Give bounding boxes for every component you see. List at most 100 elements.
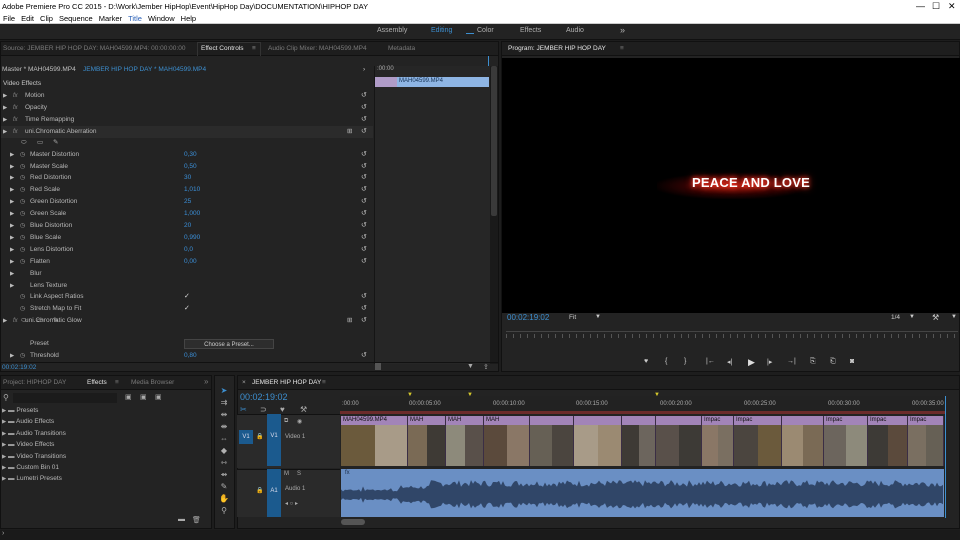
ec-row-blur[interactable]: ▶ Blur [1, 268, 373, 280]
expand-triangle-icon[interactable]: ▶ [10, 184, 14, 196]
ec-row-time-remapping[interactable]: ▶ fx Time Remapping ↺ [1, 114, 373, 126]
wrench-icon[interactable]: ⚒ [932, 313, 939, 322]
tab-project[interactable]: Project: HIPHOP DAY [3, 379, 66, 386]
search-icon[interactable]: ⚲ [3, 393, 9, 402]
ec-row-blue-scale[interactable]: ▶ ◷ Blue Scale 0,990 ↺ [1, 232, 373, 244]
expand-triangle-icon[interactable]: ▶ [10, 161, 14, 173]
rate-stretch-tool-icon[interactable]: ⇔ [219, 434, 229, 444]
expand-triangle-icon[interactable]: ▶ [10, 256, 14, 268]
effects-panel-menu-icon[interactable]: ≡ [115, 379, 119, 386]
stopwatch-icon[interactable]: ◷ [20, 256, 25, 268]
delete-icon[interactable]: 🗑 [192, 516, 201, 524]
video-clip[interactable]: MAH04599.MP4 [341, 416, 408, 466]
ec-row-flatten[interactable]: ▶ ◷ Flatten 0,00 ↺ [1, 256, 373, 268]
stopwatch-icon[interactable]: ◷ [20, 208, 25, 220]
checkbox[interactable]: ✓ [184, 291, 190, 303]
reset-icon[interactable]: ↺ [361, 244, 367, 256]
expand-triangle-icon[interactable]: ▶ [10, 268, 14, 280]
video-clip[interactable]: Impac [868, 416, 908, 466]
timeline-panel-menu-icon[interactable]: ≡ [322, 379, 326, 386]
effect-controls-timecode[interactable]: 00:02:19:02 [2, 364, 36, 371]
expand-triangle-icon[interactable]: ▶ [10, 208, 14, 220]
program-time-ruler[interactable] [506, 331, 958, 332]
ec-row-red-distortion[interactable]: ▶ ◷ Red Distortion 30 ↺ [1, 172, 373, 184]
reset-icon[interactable]: ↺ [361, 232, 367, 244]
mini-timeline-clip[interactable]: MAH04599.MP4 [375, 77, 489, 87]
ec-row-threshold[interactable]: ▶ ◷ Threshold 0,80 ↺ [1, 350, 373, 362]
marker-icon[interactable]: ▼ [467, 392, 473, 398]
accelerated-effects-icon[interactable]: ▣ [125, 393, 132, 401]
mark-out-icon[interactable]: } [684, 358, 686, 365]
stopwatch-icon[interactable]: ◷ [20, 232, 25, 244]
tab-metadata[interactable]: Metadata [388, 45, 415, 52]
expand-triangle-icon[interactable]: ▶ [10, 350, 14, 362]
new-bin-icon[interactable]: ▬ [178, 516, 185, 523]
expand-triangle-icon[interactable]: ▶ [10, 232, 14, 244]
tab-media-browser[interactable]: Media Browser [131, 379, 174, 386]
video-clip[interactable]: MAH [408, 416, 446, 466]
settings-dropdown-icon[interactable]: ▼ [951, 314, 957, 320]
ec-row-master-distortion[interactable]: ▶ ◷ Master Distortion 0,30 ↺ [1, 149, 373, 161]
selection-tool-icon[interactable]: ➤ [219, 386, 229, 396]
ec-row-lens-distortion[interactable]: ▶ ◷ Lens Distortion 0,0 ↺ [1, 244, 373, 256]
stopwatch-icon[interactable]: ◷ [20, 303, 25, 315]
resolution-dropdown-icon[interactable]: ▼ [909, 314, 915, 320]
export-icon[interactable]: ⇪ [483, 363, 489, 371]
project-overflow-icon[interactable]: » [204, 377, 208, 386]
status-arrow-icon[interactable]: › [2, 530, 4, 537]
timeline-settings-icon[interactable]: ⚒ [300, 405, 307, 414]
stopwatch-icon[interactable]: ◷ [20, 184, 25, 196]
maximize-icon[interactable]: ☐ [932, 0, 940, 13]
minimize-icon[interactable]: — [916, 0, 925, 13]
marker-icon[interactable]: ▼ [407, 392, 413, 398]
menu-window[interactable]: Window [145, 13, 178, 24]
expand-arrow-icon[interactable]: › [363, 66, 365, 73]
ec-row-stretch-map-to-fit[interactable]: ◷ Stretch Map to Fit ✓ ↺ [1, 303, 373, 315]
bin-video-effects[interactable]: ▶ ▬ Video Effects [0, 439, 54, 450]
video-clip[interactable] [656, 416, 702, 466]
param-value[interactable]: 30 [184, 172, 191, 184]
snap-icon[interactable]: ✂ [240, 405, 247, 414]
stopwatch-icon[interactable]: ◷ [20, 172, 25, 184]
bin-lumetri-presets[interactable]: ▶ ▬ Lumetri Presets [0, 473, 62, 484]
bin-video-transitions[interactable]: ▶ ▬ Video Transitions [0, 451, 66, 462]
timeline-zoom-scrollbar[interactable] [341, 519, 365, 525]
linked-selection-icon[interactable]: ⊃ [260, 405, 267, 414]
video-clip[interactable]: MAH [484, 416, 530, 466]
mute-button[interactable]: M [284, 471, 289, 477]
param-value[interactable]: 1,000 [184, 208, 200, 220]
reset-icon[interactable]: ↺ [361, 149, 367, 161]
expand-triangle-icon[interactable]: ▶ [10, 244, 14, 256]
32bit-effects-icon[interactable]: ▣ [140, 393, 147, 401]
marker-icon[interactable]: ▼ [654, 392, 660, 398]
play-icon[interactable]: ▶ [748, 357, 755, 368]
lift-icon[interactable]: ⎘ [810, 358, 816, 366]
ripple-edit-tool-icon[interactable]: ⇹ [219, 410, 229, 420]
mini-playhead[interactable] [488, 56, 489, 66]
tab-audio-clip-mixer[interactable]: Audio Clip Mixer: MAH04599.MP4 [268, 45, 367, 52]
source-patch-v1[interactable]: V1 [239, 430, 253, 444]
timeline-playhead[interactable] [945, 396, 946, 518]
workspace-effects[interactable]: Effects [520, 27, 541, 34]
menu-title[interactable]: Title [125, 13, 145, 24]
mini-scroll-box[interactable] [375, 363, 381, 370]
bin-audio-effects[interactable]: ▶ ▬ Audio Effects [0, 416, 54, 427]
param-value[interactable]: 1,010 [184, 184, 200, 196]
timeline-timecode[interactable]: 00:02:19:02 [240, 392, 288, 402]
workspace-color[interactable]: Color [477, 27, 494, 34]
expand-triangle-icon[interactable]: ▶ [2, 476, 6, 482]
expand-triangle-icon[interactable]: ▶ [10, 220, 14, 232]
expand-triangle-icon[interactable]: ▶ [3, 114, 7, 126]
reset-icon[interactable]: ↺ [361, 256, 367, 268]
ec-row-blue-distortion[interactable]: ▶ ◷ Blue Distortion 20 ↺ [1, 220, 373, 232]
ec-row-preset[interactable]: Preset Choose a Preset... [1, 338, 373, 350]
video-clip[interactable]: MAH [446, 416, 484, 466]
ec-row-green-scale[interactable]: ▶ ◷ Green Scale 1,000 ↺ [1, 208, 373, 220]
video-clip[interactable]: Impac [734, 416, 782, 466]
pen-mask-icon[interactable]: ✎ [53, 315, 58, 327]
close-icon[interactable]: ✕ [948, 0, 956, 13]
pen-tool-icon[interactable]: ✎ [219, 482, 229, 492]
video-clip[interactable]: Impac [908, 416, 944, 466]
fx-toggle-icon[interactable]: fx [13, 90, 18, 102]
video-clip[interactable] [622, 416, 656, 466]
